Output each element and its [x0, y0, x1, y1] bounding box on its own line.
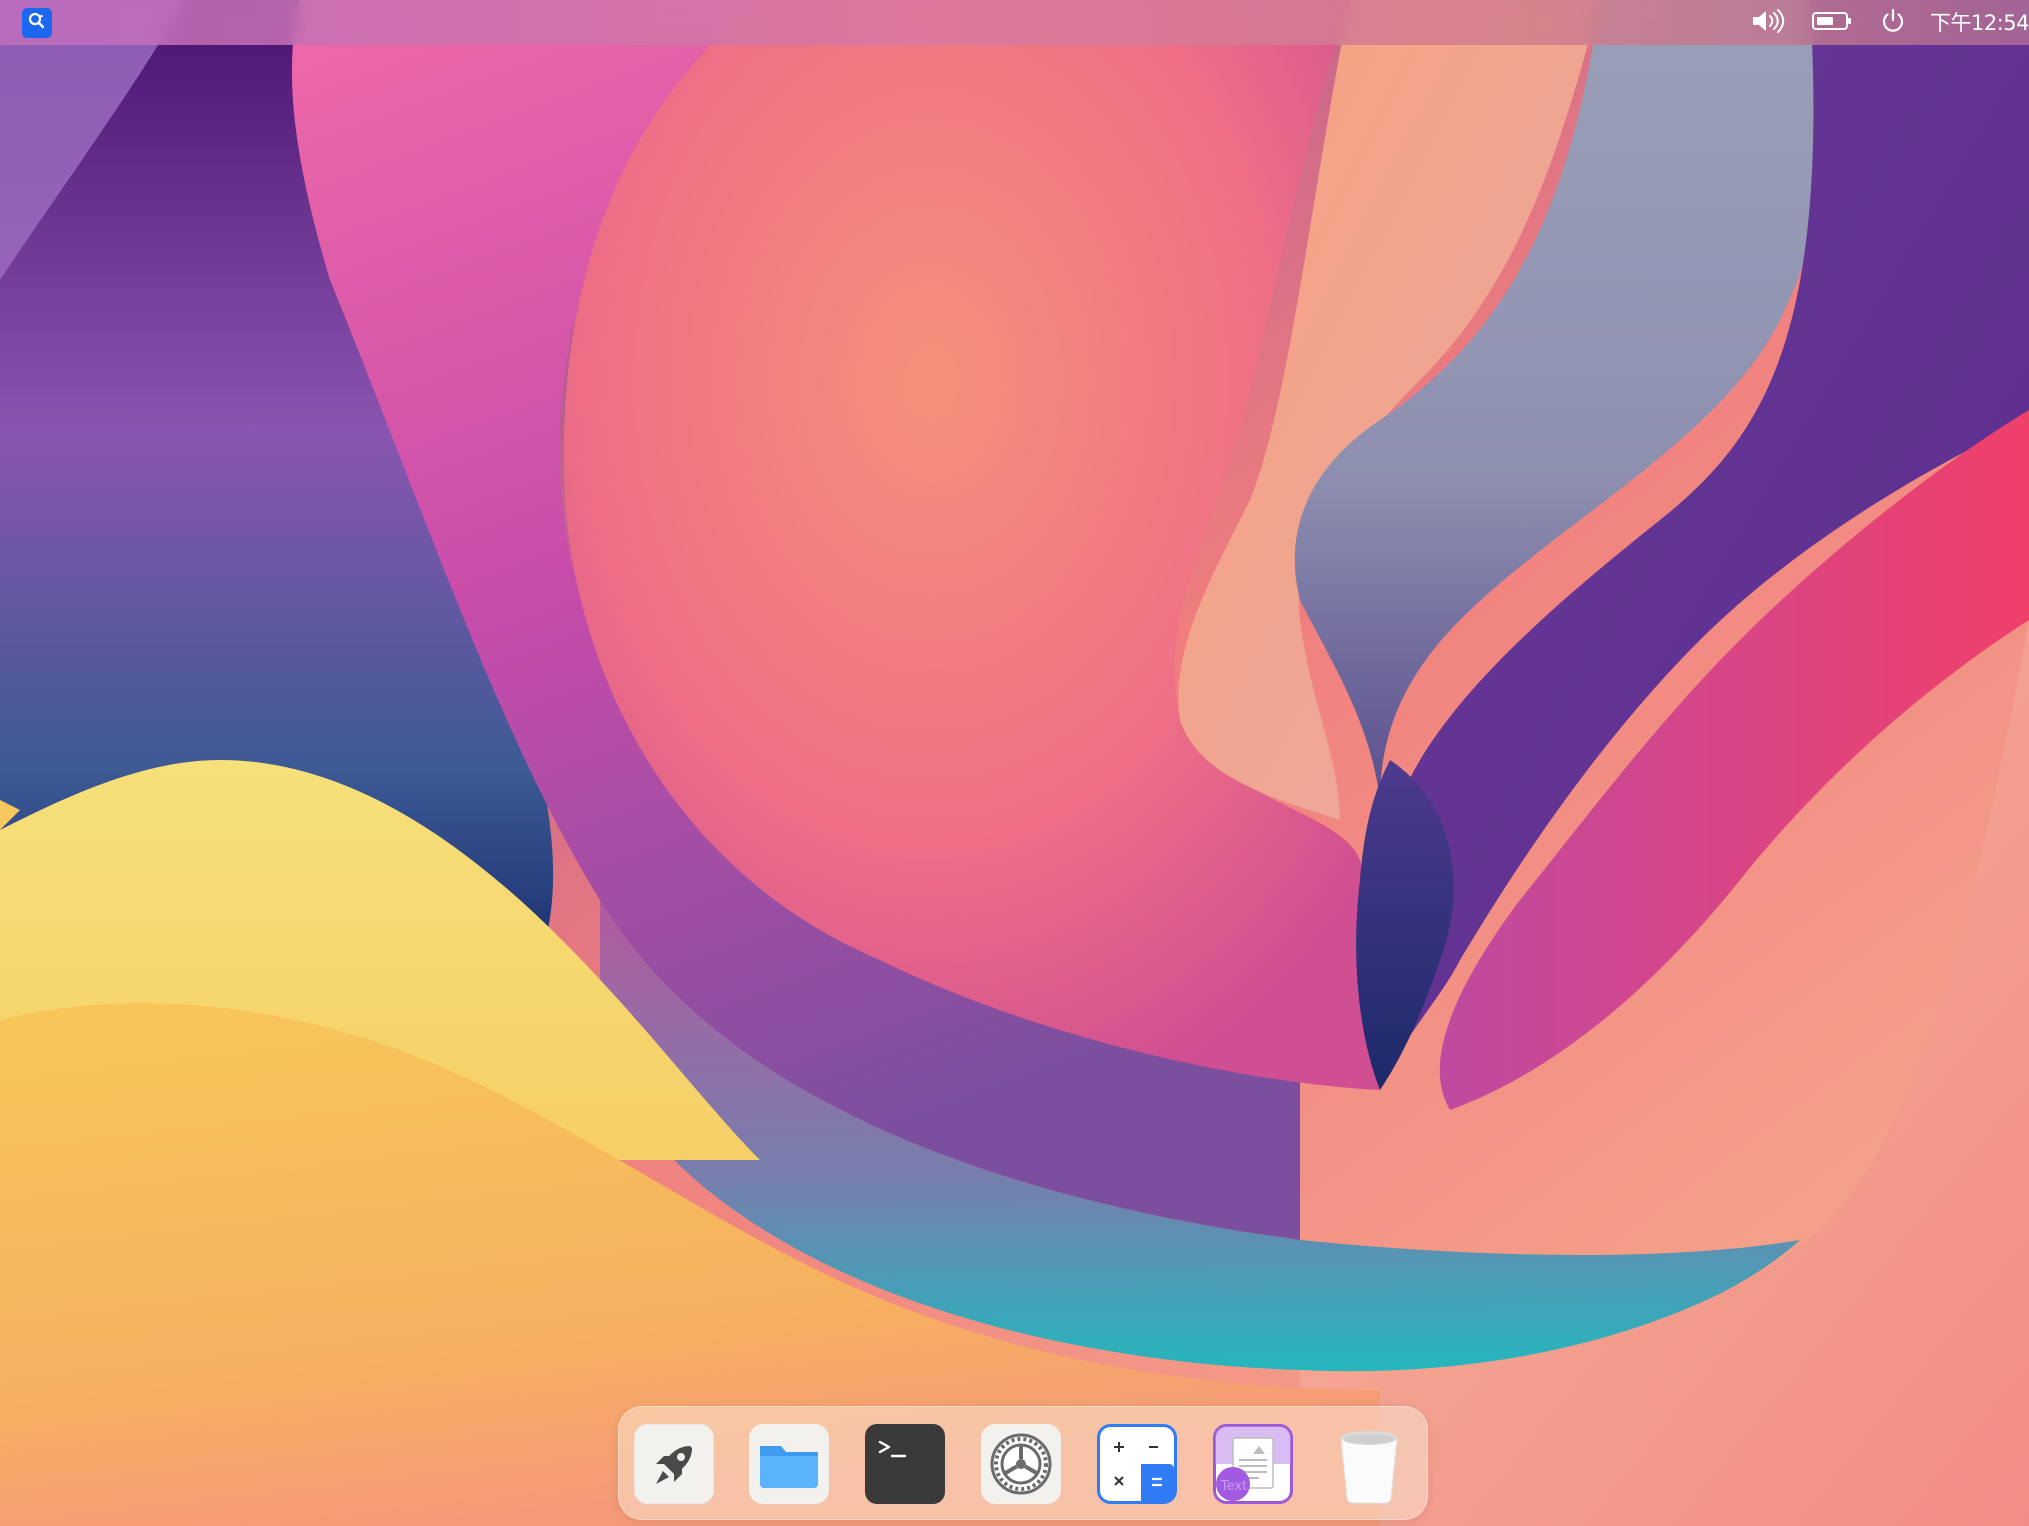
power-button[interactable]: [1877, 8, 1909, 38]
battery-icon: [1811, 10, 1853, 36]
volume-button[interactable]: [1748, 8, 1788, 38]
terminal-icon: [865, 1424, 945, 1504]
clock[interactable]: 下午12:54: [1930, 8, 2029, 38]
search-icon: [27, 11, 47, 35]
dock-item-terminal[interactable]: [865, 1424, 945, 1504]
dock-item-launcher[interactable]: [634, 1424, 714, 1504]
folder-icon: [749, 1424, 829, 1504]
gear-icon: [981, 1424, 1061, 1504]
dock-item-files[interactable]: [749, 1424, 829, 1504]
wallpaper: [0, 0, 2029, 1526]
rocket-icon: [634, 1424, 714, 1504]
volume-icon: [1750, 8, 1786, 38]
search-button[interactable]: [22, 8, 52, 38]
calculator-icon: [1097, 1424, 1177, 1504]
power-icon: [1879, 7, 1907, 39]
dock-item-trash[interactable]: [1329, 1424, 1409, 1504]
battery-button[interactable]: [1810, 8, 1854, 38]
top-panel: 下午12:54: [0, 0, 2029, 45]
dock-item-text-editor[interactable]: Text: [1213, 1424, 1293, 1504]
desktop[interactable]: 下午12:54 Text: [0, 0, 2029, 1526]
text-editor-badge: Text: [1220, 1479, 1248, 1494]
dock-item-settings[interactable]: [981, 1424, 1061, 1504]
trash-icon: [1329, 1424, 1409, 1504]
dock-item-calculator[interactable]: [1097, 1424, 1177, 1504]
